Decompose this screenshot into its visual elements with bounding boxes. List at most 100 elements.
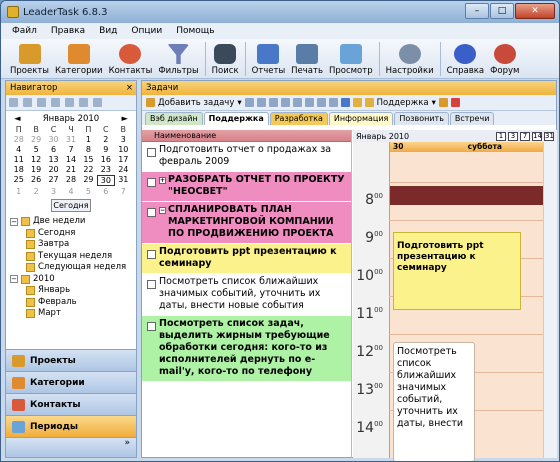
user-icon[interactable] — [438, 98, 448, 107]
task-checkbox[interactable] — [147, 148, 156, 157]
print-button[interactable]: Печать — [288, 39, 326, 79]
calendar-day[interactable]: 3 — [45, 187, 62, 196]
view-14-days-button[interactable]: 14 — [532, 131, 542, 141]
calendar-day[interactable]: 1 — [80, 135, 97, 144]
task-checkbox[interactable] — [147, 280, 156, 289]
section-categories[interactable]: Категории — [6, 371, 136, 393]
calendar-day[interactable]: 12 — [27, 155, 44, 164]
task-checkbox[interactable] — [147, 208, 156, 217]
task-checkbox[interactable] — [147, 322, 156, 331]
calendar-day[interactable]: 7 — [62, 145, 79, 154]
task-row[interactable]: Посмотреть список задач, выделить жирным… — [142, 316, 351, 382]
calendar-day[interactable]: 28 — [10, 135, 27, 144]
tool-icon[interactable] — [37, 98, 46, 107]
chevron-down-icon[interactable]: ▾ — [432, 98, 436, 108]
calendar-day[interactable]: 2 — [97, 135, 114, 144]
flag-icon[interactable] — [450, 98, 460, 107]
section-periods[interactable]: Периоды — [6, 415, 136, 437]
settings-button[interactable]: Настройки — [383, 39, 437, 79]
calendar-day[interactable]: 4 — [10, 145, 27, 154]
tool-icon[interactable] — [328, 98, 338, 107]
tree-item[interactable]: Март — [10, 308, 136, 320]
task-row[interactable]: Подготовить ppt презентацию к семинару — [142, 244, 351, 274]
tool-icon[interactable] — [93, 98, 102, 107]
tool-icon[interactable] — [244, 98, 254, 107]
prev-month-icon[interactable]: ◄ — [14, 114, 21, 124]
calendar-day[interactable]: 11 — [10, 155, 27, 164]
calendar-day[interactable]: 19 — [27, 165, 44, 174]
calendar-day[interactable]: 16 — [97, 155, 114, 164]
tool-icon[interactable] — [316, 98, 326, 107]
column-header-name[interactable]: Наименование — [142, 130, 351, 142]
tool-icon[interactable] — [79, 98, 88, 107]
tab-meetings[interactable]: Встречи — [449, 112, 495, 125]
calendar-day[interactable]: 14 — [62, 155, 79, 164]
tool-icon[interactable] — [280, 98, 290, 107]
sections-menu-icon[interactable]: » — [6, 437, 136, 457]
calendar-day[interactable]: 5 — [80, 187, 97, 196]
section-contacts[interactable]: Контакты — [6, 393, 136, 415]
calendar-day[interactable]: 31 — [62, 135, 79, 144]
calendar-day[interactable]: 28 — [62, 175, 79, 186]
tool-icon[interactable] — [9, 98, 18, 107]
filters-button[interactable]: Фильтры — [155, 39, 201, 79]
task-row[interactable]: + РАЗОБРАТЬ ОТЧЕТ ПО ПРОЕКТУ "НЕОСВЕТ" — [142, 172, 351, 202]
menu-edit[interactable]: Правка — [44, 26, 92, 36]
tree-item[interactable]: Завтра — [10, 239, 136, 251]
tool-icon[interactable] — [268, 98, 278, 107]
calendar-day[interactable]: 8 — [80, 145, 97, 154]
folder-icon[interactable] — [352, 98, 362, 107]
forum-button[interactable]: Форум — [487, 39, 522, 79]
tool-icon[interactable] — [304, 98, 314, 107]
preview-button[interactable]: Просмотр — [326, 39, 376, 79]
today-button[interactable]: Сегодня — [51, 199, 91, 212]
tree-group[interactable]: −2010 — [10, 274, 136, 286]
view-7-days-button[interactable]: 7 — [520, 131, 530, 141]
view-3-days-button[interactable]: 3 — [508, 131, 518, 141]
menu-view[interactable]: Вид — [92, 26, 124, 36]
filter-icon[interactable] — [340, 98, 350, 107]
tab-development[interactable]: Разработка — [269, 112, 328, 125]
expand-icon[interactable]: + — [159, 177, 166, 184]
task-checkbox[interactable] — [147, 250, 156, 259]
tree-item[interactable]: Январь — [10, 285, 136, 297]
task-row[interactable]: − СПЛАНИРОВАТЬ ПЛАН МАРКЕТИНГОВОЙ КОМПАНИ… — [142, 202, 351, 244]
tab-information[interactable]: Информация — [328, 112, 394, 125]
calendar-day[interactable]: 29 — [27, 135, 44, 144]
calendar-day[interactable]: 17 — [115, 155, 132, 164]
calendar-day[interactable]: 30 — [97, 175, 115, 186]
categories-button[interactable]: Категории — [52, 39, 106, 79]
calendar-day[interactable]: 5 — [27, 145, 44, 154]
calendar-day[interactable]: 20 — [45, 165, 62, 174]
tree-item[interactable]: Февраль — [10, 297, 136, 309]
calendar-day[interactable]: 22 — [80, 165, 97, 174]
tree-item[interactable]: Текущая неделя — [10, 251, 136, 263]
busy-block[interactable] — [390, 186, 543, 205]
calendar-day[interactable]: 6 — [45, 145, 62, 154]
tree-item[interactable]: Следующая неделя — [10, 262, 136, 274]
calendar-day[interactable]: 10 — [115, 145, 132, 154]
calendar-day[interactable]: 21 — [62, 165, 79, 174]
reports-button[interactable]: Отчеты — [249, 39, 289, 79]
calendar-day[interactable]: 27 — [45, 175, 62, 186]
close-button[interactable]: ✕ — [515, 3, 555, 19]
contacts-button[interactable]: Контакты — [106, 39, 156, 79]
calendar-day[interactable]: 23 — [97, 165, 114, 174]
close-icon[interactable]: × — [126, 81, 133, 95]
tab-web-design[interactable]: Вэб дизайн — [145, 112, 203, 125]
vertical-scrollbar[interactable] — [543, 142, 557, 458]
menu-help[interactable]: Помощь — [169, 26, 221, 36]
task-row[interactable]: Подготовить отчет о продажах за февраль … — [142, 142, 351, 172]
tool-icon[interactable] — [51, 98, 60, 107]
add-task-button[interactable]: Добавить задачу — [158, 98, 234, 108]
tree-group[interactable]: − Две недели — [10, 216, 136, 228]
section-projects[interactable]: Проекты — [6, 349, 136, 371]
tool-icon[interactable] — [65, 98, 74, 107]
calendar-day[interactable]: 13 — [45, 155, 62, 164]
maximize-button[interactable]: □ — [490, 3, 514, 19]
tool-icon[interactable] — [292, 98, 302, 107]
minimize-button[interactable]: – — [465, 3, 489, 19]
calendar-day[interactable]: 31 — [115, 175, 132, 186]
appointment[interactable]: Подготовить ppt презентацию к семинару — [393, 232, 521, 310]
tab-support[interactable]: Поддержка — [203, 112, 269, 125]
